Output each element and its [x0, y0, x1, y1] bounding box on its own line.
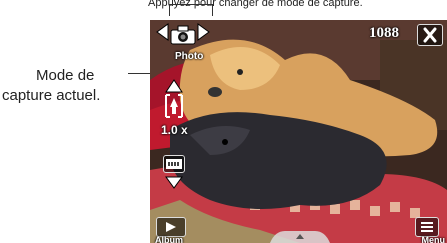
bracket-line: [212, 4, 213, 16]
bracket-line: [169, 4, 170, 16]
side-label-line2: capture actuel.: [2, 87, 101, 104]
triangle-right-icon[interactable]: [197, 22, 211, 42]
side-label-line1: Mode de: [36, 67, 95, 84]
zoom-up-arrow-icon[interactable]: [165, 78, 183, 94]
triangle-left-icon[interactable]: [155, 22, 169, 42]
menu-label: Menu: [421, 235, 446, 243]
zoom-down-arrow-icon[interactable]: [165, 176, 183, 190]
bracket-line: [169, 4, 213, 5]
shutter-tab[interactable]: [270, 228, 330, 243]
album-button[interactable]: [156, 217, 186, 237]
zoom-level: 1.0 x: [161, 123, 188, 137]
camera-viewfinder[interactable]: Photo 1088 1.0 x Album Menu: [150, 20, 447, 243]
capture-mode-label: Photo: [175, 51, 204, 62]
close-x-icon: [423, 27, 437, 43]
white-balance-icon: [166, 159, 182, 169]
remaining-shots-counter: 1088: [369, 25, 399, 41]
menu-button[interactable]: [415, 217, 439, 237]
close-button[interactable]: [417, 24, 443, 46]
play-icon: [166, 222, 176, 232]
camera-icon[interactable]: [170, 25, 196, 45]
album-label: Album: [155, 235, 183, 243]
menu-list-icon: [421, 222, 433, 232]
white-balance-button[interactable]: [163, 155, 185, 173]
side-label: Mode de capture actuel.: [2, 66, 132, 106]
zoom-indicator-icon: [164, 93, 184, 119]
